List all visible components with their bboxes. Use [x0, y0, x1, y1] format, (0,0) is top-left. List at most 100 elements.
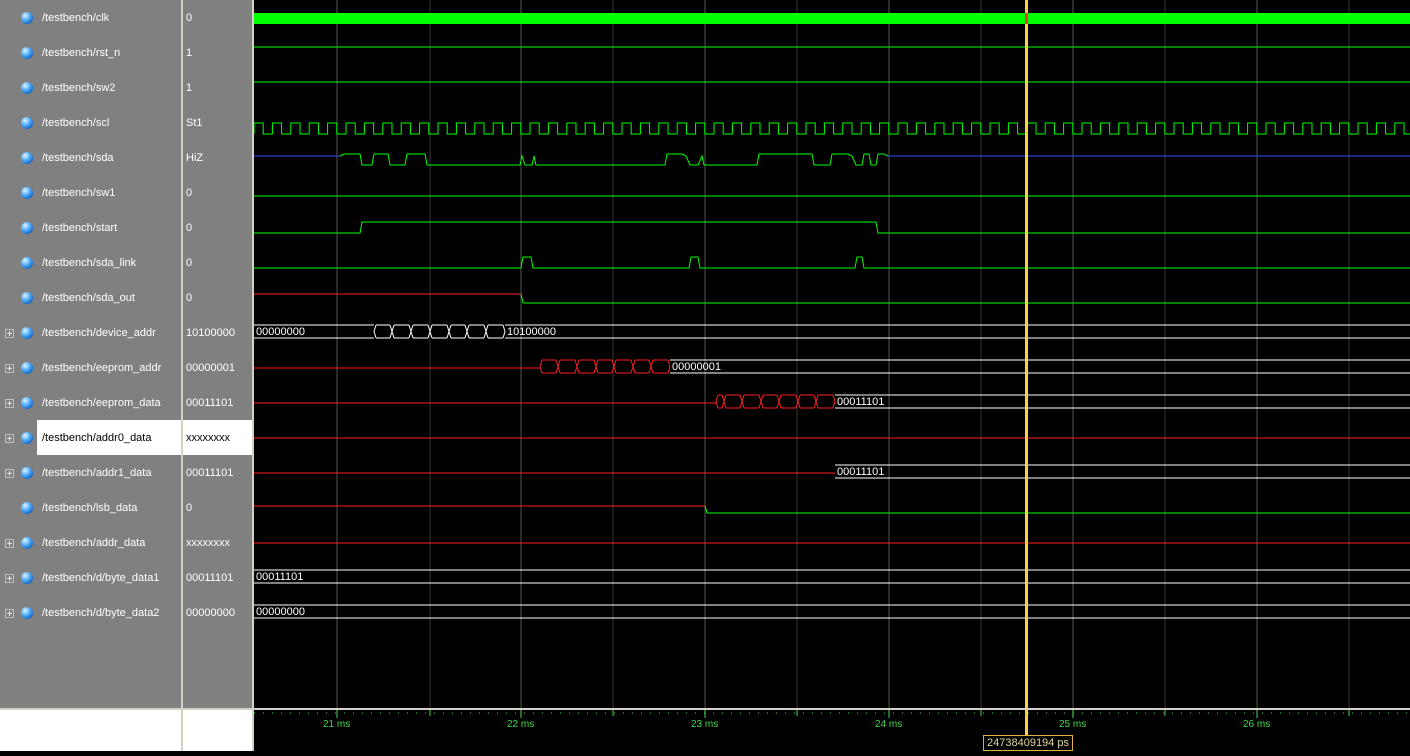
- device-addr-transitions: [389, 324, 393, 332]
- expand-plus-icon[interactable]: +: [5, 469, 14, 480]
- signal-name[interactable]: /testbench/sda_out: [42, 292, 135, 304]
- time-ruler[interactable]: 24738409194 ps 21 ms 22 ms 23 ms 24 ms 25 ms…: [254, 710, 1410, 751]
- signal-name[interactable]: /testbench/sw1: [42, 187, 115, 199]
- eeprom-addr-transitions: [557, 359, 561, 367]
- signal-name[interactable]: /testbench/scl: [42, 117, 109, 129]
- signal-name[interactable]: /testbench/addr1_data: [42, 467, 151, 479]
- signal-value: 00011101: [186, 397, 234, 409]
- value-row[interactable]: 0: [183, 245, 252, 280]
- signal-row[interactable]: /testbench/lsb_data: [0, 490, 181, 525]
- device-addr-end-label: 10100000: [507, 326, 556, 338]
- signal-row[interactable]: /testbench/scl: [0, 105, 181, 140]
- value-row[interactable]: 00011101: [183, 455, 252, 490]
- eeprom-data-end-label: 00011101: [837, 396, 884, 408]
- value-row[interactable]: 00011101: [183, 385, 252, 420]
- signal-value: St1: [186, 117, 203, 129]
- eeprom-data-transitions: [741, 401, 745, 409]
- signal-row[interactable]: + /testbench/device_addr: [0, 315, 181, 350]
- signal-sphere-icon: [21, 187, 33, 199]
- eeprom-addr-transitions: [667, 366, 671, 374]
- value-row[interactable]: xxxxxxxx: [183, 525, 252, 560]
- eeprom-addr-transitions: [555, 359, 559, 367]
- signal-name[interactable]: /testbench/clk: [42, 12, 109, 24]
- device-addr-transitions: [408, 324, 412, 332]
- value-row[interactable]: 0: [183, 175, 252, 210]
- value-row[interactable]: 0: [183, 490, 252, 525]
- signal-row[interactable]: + /testbench/eeprom_addr: [0, 350, 181, 385]
- signal-name[interactable]: /testbench/addr_data: [42, 537, 145, 549]
- signal-name[interactable]: /testbench/sda: [42, 152, 114, 164]
- eeprom-data-transitions: [815, 401, 819, 409]
- signal-name[interactable]: /testbench/d/byte_data1: [42, 572, 159, 584]
- signal-name[interactable]: /testbench/sw2: [42, 82, 115, 94]
- scl-wave: [254, 122, 1410, 135]
- signal-row[interactable]: /testbench/sda_out: [0, 280, 181, 315]
- value-row[interactable]: 1: [183, 70, 252, 105]
- waveform-canvas[interactable]: 00000000 10100000 00000001 00011101 00011101…: [254, 0, 1410, 708]
- device-addr-transitions: [483, 331, 487, 339]
- signal-value: HiZ: [186, 152, 204, 164]
- value-row[interactable]: 1: [183, 35, 252, 70]
- signal-row[interactable]: + /testbench/addr0_data: [0, 420, 181, 455]
- signal-name[interactable]: /testbench/eeprom_addr: [42, 362, 161, 374]
- expand-plus-icon[interactable]: +: [5, 574, 14, 585]
- signal-name[interactable]: /testbench/rst_n: [42, 47, 120, 59]
- signal-name[interactable]: /testbench/start: [42, 222, 117, 234]
- value-row[interactable]: 10100000: [183, 315, 252, 350]
- signal-row[interactable]: /testbench/sda_link: [0, 245, 181, 280]
- value-row[interactable]: HiZ: [183, 140, 252, 175]
- signal-name[interactable]: /testbench/lsb_data: [42, 502, 137, 514]
- expand-plus-icon[interactable]: +: [5, 329, 14, 340]
- signal-row[interactable]: + /testbench/d/byte_data2: [0, 595, 181, 630]
- signal-name[interactable]: /testbench/device_addr: [42, 327, 156, 339]
- value-row[interactable]: xxxxxxxx: [183, 420, 252, 455]
- value-row[interactable]: St1: [183, 105, 252, 140]
- signal-row[interactable]: /testbench/sda: [0, 140, 181, 175]
- expand-plus-icon[interactable]: +: [5, 609, 14, 620]
- cursor-time-label[interactable]: 24738409194 ps: [983, 735, 1073, 751]
- device-addr-transitions: [485, 331, 489, 339]
- signal-row[interactable]: /testbench/sw2: [0, 70, 181, 105]
- signal-value: xxxxxxxx: [186, 432, 230, 444]
- device-addr-transitions: [502, 331, 506, 339]
- eeprom-addr-transitions: [648, 366, 652, 374]
- value-row[interactable]: 0: [183, 280, 252, 315]
- eeprom-addr-transitions: [630, 366, 634, 374]
- signal-row[interactable]: /testbench/sw1: [0, 175, 181, 210]
- device-addr-transitions: [483, 324, 487, 332]
- signal-name[interactable]: /testbench/sda_link: [42, 257, 136, 269]
- value-row[interactable]: 00000001: [183, 350, 252, 385]
- device-addr-transitions: [464, 324, 468, 332]
- expand-plus-icon[interactable]: +: [5, 434, 14, 445]
- sda-out-wave: [520, 293, 1410, 304]
- sda-wave: [339, 153, 889, 166]
- signal-name[interactable]: /testbench/d/byte_data2: [42, 607, 159, 619]
- eeprom-addr-transitions: [613, 366, 617, 374]
- value-row[interactable]: 0: [183, 0, 252, 35]
- eeprom-data-transitions: [776, 394, 780, 402]
- waveform-pane[interactable]: 00000000 10100000 00000001 00011101 00011101…: [254, 0, 1410, 708]
- eeprom-data-transitions: [721, 394, 725, 402]
- signal-row[interactable]: + /testbench/addr1_data: [0, 455, 181, 490]
- signal-row[interactable]: /testbench/start: [0, 210, 181, 245]
- signal-name[interactable]: /testbench/addr0_data: [42, 432, 151, 444]
- signal-name[interactable]: /testbench/eeprom_data: [42, 397, 161, 409]
- eeprom-data-transitions: [832, 401, 836, 409]
- expand-plus-icon[interactable]: +: [5, 364, 14, 375]
- eeprom-data-transitions: [723, 401, 727, 409]
- lsb-data-wave: [704, 505, 1410, 514]
- signal-row[interactable]: /testbench/clk: [0, 0, 181, 35]
- expand-plus-icon[interactable]: +: [5, 399, 14, 410]
- value-row[interactable]: 00011101: [183, 560, 252, 595]
- device-addr-transitions: [408, 331, 412, 339]
- eeprom-addr-end-label: 00000001: [672, 361, 721, 373]
- eeprom-addr-transitions: [613, 359, 617, 367]
- signal-row[interactable]: + /testbench/d/byte_data1: [0, 560, 181, 595]
- signal-row[interactable]: /testbench/rst_n: [0, 35, 181, 70]
- signal-row[interactable]: + /testbench/eeprom_data: [0, 385, 181, 420]
- expand-plus-icon[interactable]: +: [5, 539, 14, 550]
- eeprom-data-transitions: [739, 401, 743, 409]
- signal-row[interactable]: + /testbench/addr_data: [0, 525, 181, 560]
- value-row[interactable]: 00000000: [183, 595, 252, 630]
- value-row[interactable]: 0: [183, 210, 252, 245]
